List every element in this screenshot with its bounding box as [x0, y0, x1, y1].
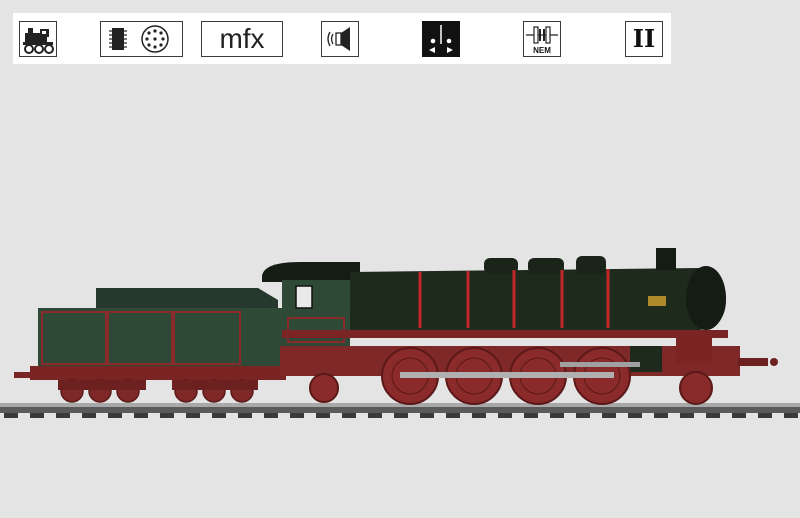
steam-locomotive-icon: [19, 21, 57, 57]
headlight-icon: [422, 21, 460, 57]
tender: [14, 288, 286, 403]
mfx-label: mfx: [219, 23, 265, 54]
nem-label: NEM: [533, 46, 551, 55]
locomotive: [262, 248, 778, 405]
track: [0, 403, 800, 418]
gauge-label: II: [632, 24, 656, 53]
mfx-icon: mfx: [201, 21, 283, 57]
nem-coupler-icon: NEM: [523, 21, 561, 57]
gauge-icon: II: [625, 21, 663, 57]
decoder-icon: [100, 21, 183, 57]
sound-icon: [321, 21, 359, 57]
feature-icon-strip: mfx NEM II: [13, 13, 671, 64]
locomotive-image: [0, 248, 800, 418]
